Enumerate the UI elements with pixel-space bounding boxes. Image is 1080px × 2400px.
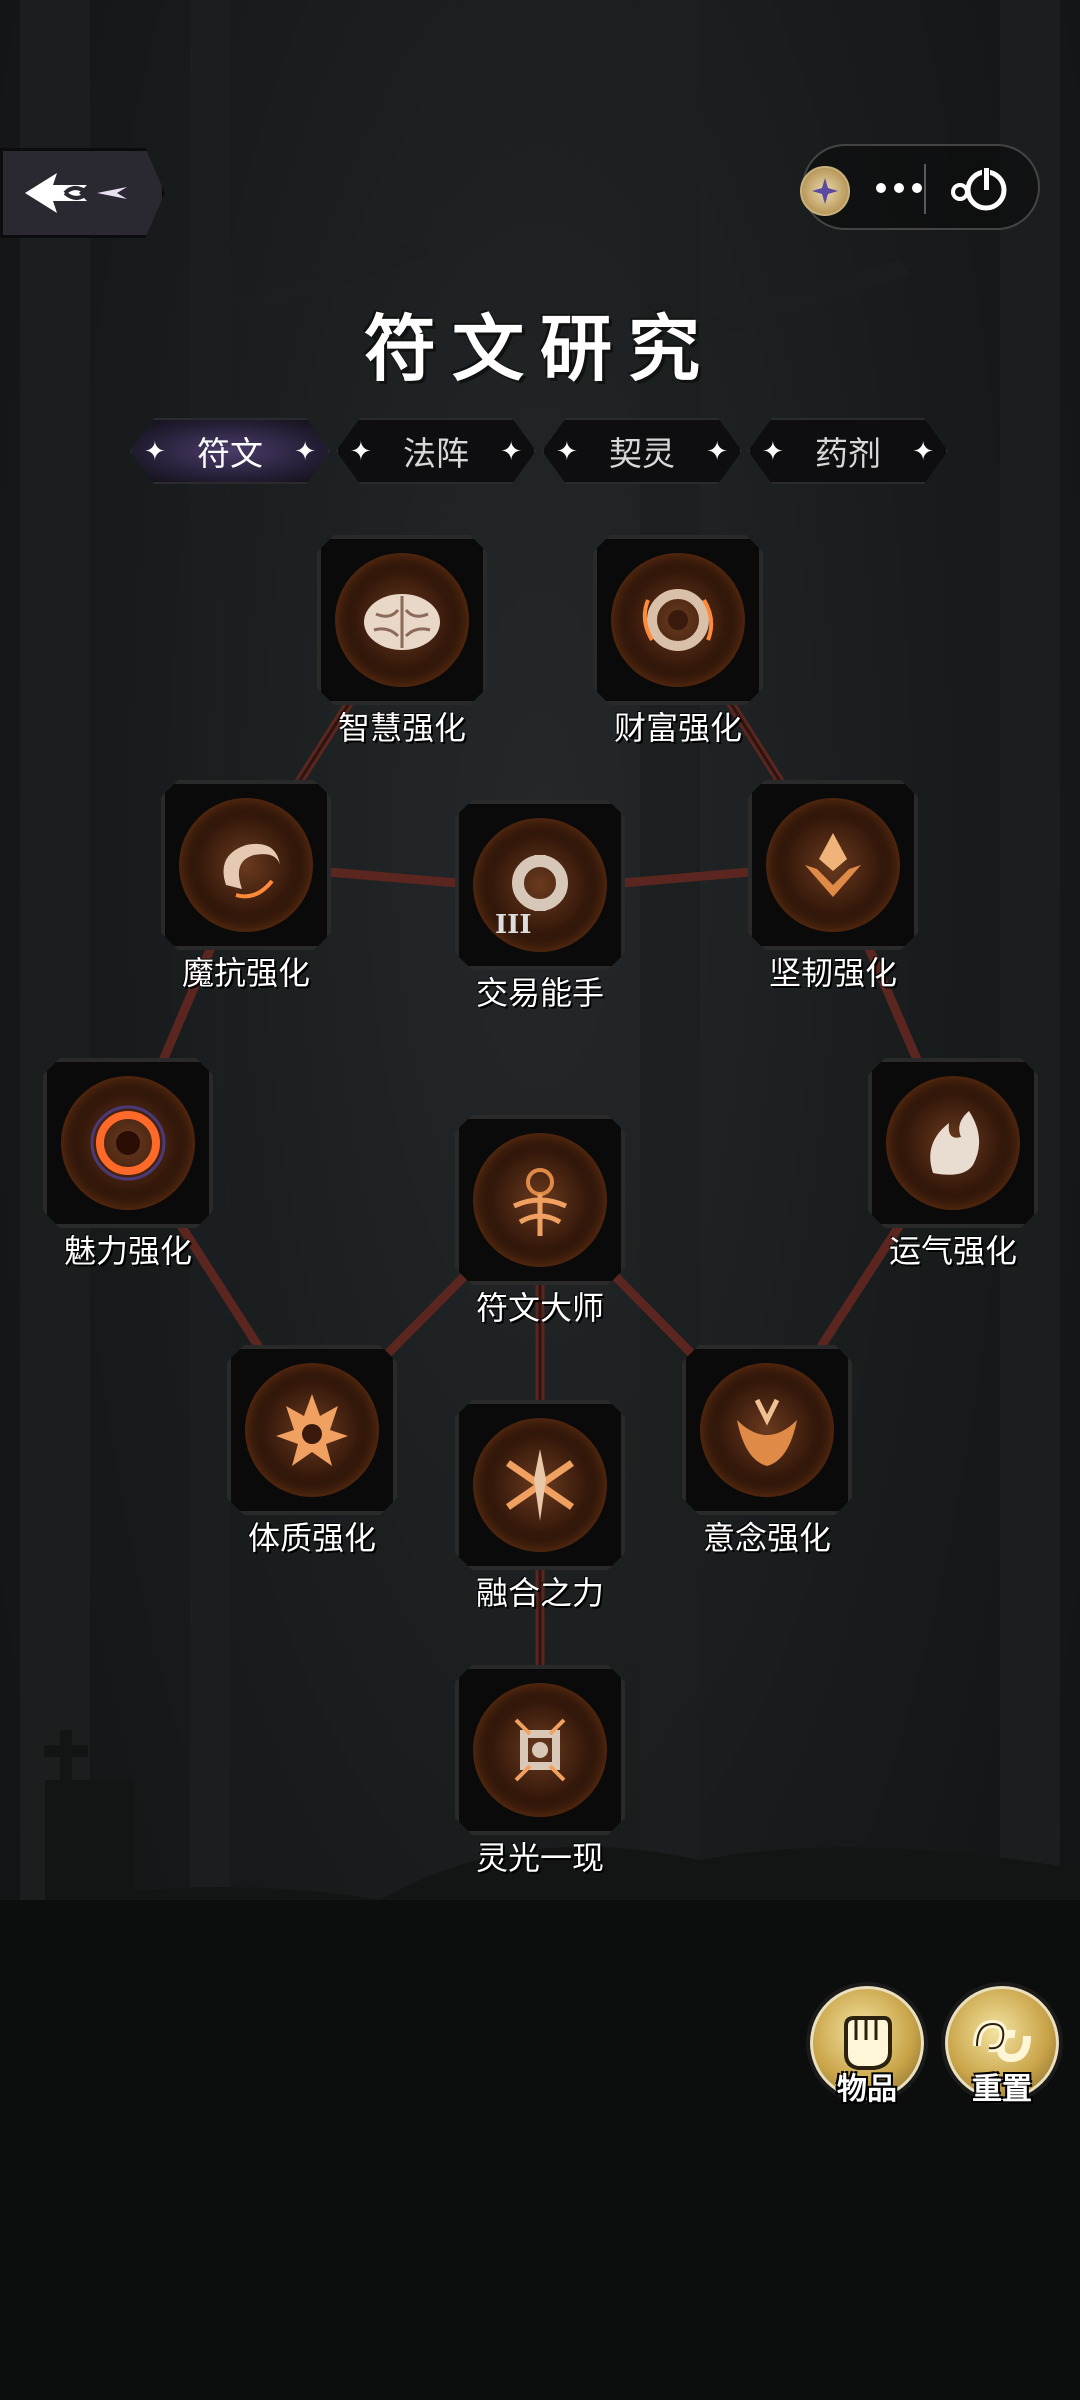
rank-badge: III: [495, 910, 532, 940]
items-button[interactable]: 物品: [806, 1982, 928, 2107]
node-label: 智慧强化: [337, 709, 466, 747]
brain-icon: [364, 594, 440, 650]
skill-node-willpower[interactable]: 意念强化: [682, 1345, 852, 1557]
skill-node-tenacity[interactable]: 坚韧强化: [748, 780, 918, 992]
skill-node-magic-resist[interactable]: 魔抗强化: [161, 780, 331, 992]
spirit-flame-icon: [930, 1111, 980, 1175]
cross-blades-icon: [506, 1449, 574, 1521]
node-label: 魅力强化: [63, 1232, 192, 1270]
skill-node-luck[interactable]: 运气强化: [868, 1058, 1038, 1270]
skill-node-trade[interactable]: III 交易能手: [455, 800, 625, 1012]
skill-node-rune-master[interactable]: 符文大师: [455, 1115, 625, 1327]
node-label: 符文大师: [475, 1289, 604, 1327]
skill-node-fusion[interactable]: 融合之力: [455, 1400, 625, 1612]
crest-icon: [805, 833, 861, 897]
node-label: 灵光一现: [475, 1839, 604, 1877]
skill-node-inspiration[interactable]: 灵光一现: [455, 1665, 625, 1877]
swirl-icon: [223, 843, 280, 899]
node-label: 交易能手: [475, 974, 604, 1012]
skill-node-wealth[interactable]: 财富强化: [593, 535, 763, 747]
skill-node-wisdom[interactable]: 智慧强化: [317, 535, 487, 747]
horned-mask-icon: [737, 1398, 797, 1466]
node-label: 体质强化: [247, 1519, 376, 1557]
reset-button[interactable]: 重置: [941, 1982, 1063, 2107]
skill-node-charm[interactable]: 魅力强化: [43, 1058, 213, 1270]
node-label: 运气强化: [888, 1232, 1017, 1270]
reset-label: 重置: [972, 2072, 1032, 2107]
node-label: 意念强化: [702, 1519, 831, 1557]
skill-node-constitution[interactable]: 体质强化: [227, 1345, 397, 1557]
coin-ring-icon: [642, 589, 714, 651]
eye-orb-icon: [90, 1105, 166, 1181]
items-label: 物品: [837, 2072, 897, 2107]
node-label: 魔抗强化: [181, 954, 310, 992]
rune-sigil-icon: [512, 1168, 568, 1236]
flame-crown-icon: [276, 1394, 348, 1466]
lantern-icon: [514, 1718, 566, 1782]
node-label: 融合之力: [475, 1574, 604, 1612]
node-label: 坚韧强化: [768, 954, 897, 992]
node-label: 财富强化: [613, 709, 742, 747]
